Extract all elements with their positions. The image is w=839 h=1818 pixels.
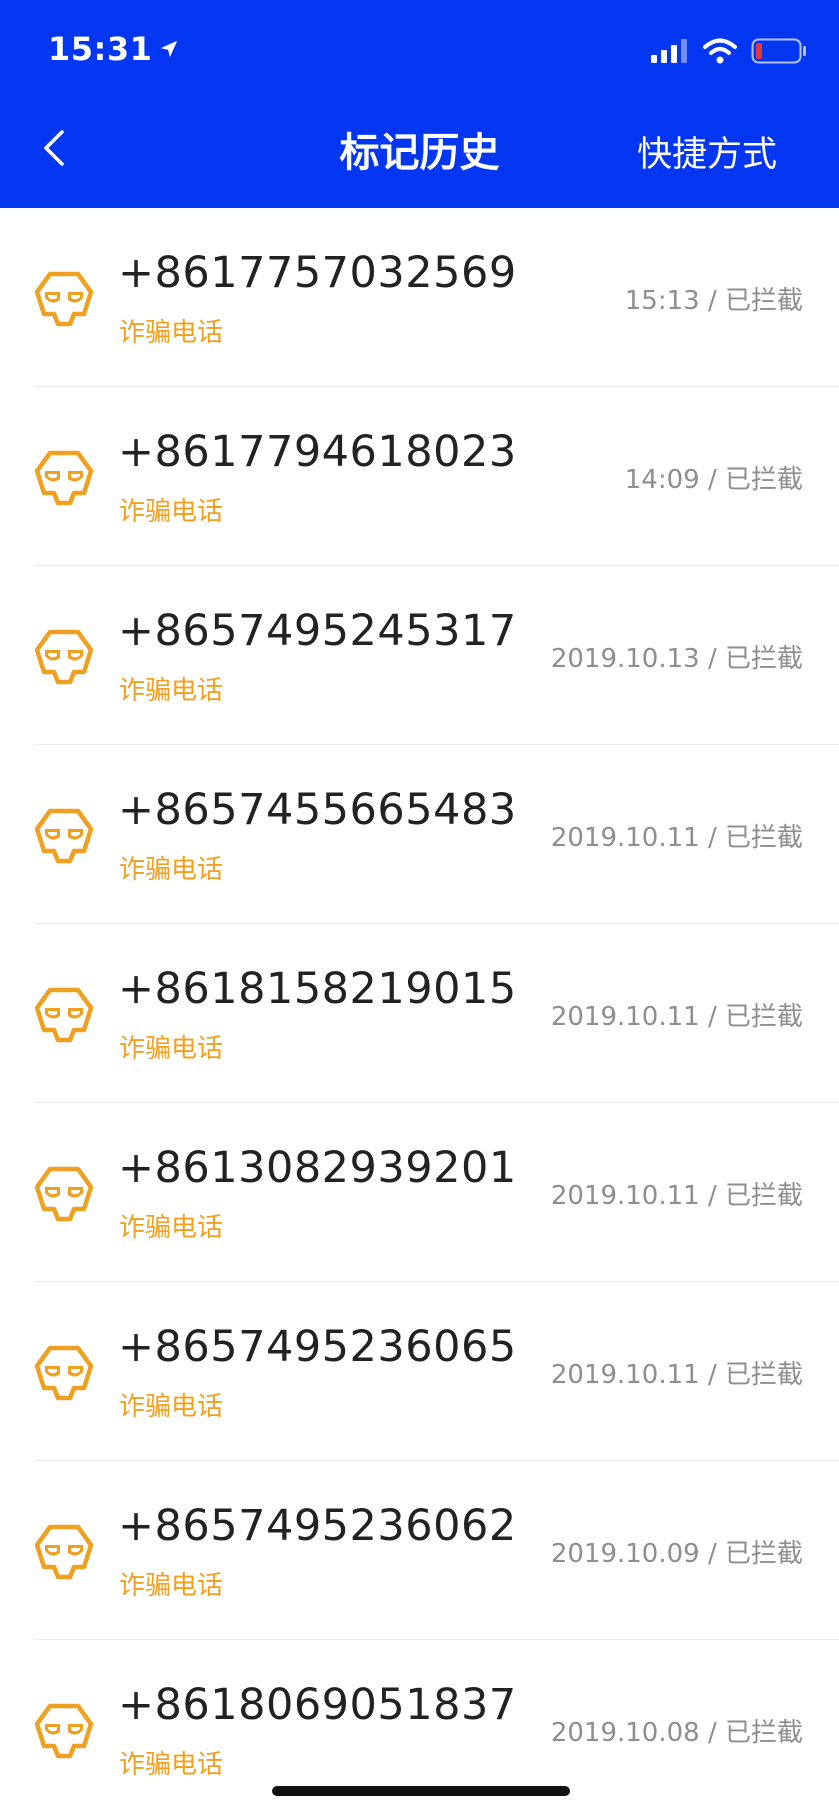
record-time: 15:13 — [624, 286, 700, 316]
fraud-mask-icon — [34, 808, 94, 864]
fraud-tag: 诈骗电话 — [119, 1571, 224, 1601]
record-row[interactable]: +8657495236062 诈骗电话 2019.10.09 / 已拦截 — [0, 1461, 839, 1640]
record-time: 2019.10.11 — [550, 1002, 700, 1032]
fraud-mask-icon — [34, 271, 94, 327]
home-indicator[interactable] — [272, 1786, 570, 1796]
meta-separator: / — [707, 644, 725, 674]
fraud-mask-icon — [34, 987, 94, 1043]
phone-number: +8617794618023 — [118, 427, 517, 477]
page-title: 标记历史 — [339, 130, 500, 176]
phone-number: +8613082939201 — [118, 1143, 517, 1193]
fraud-mask-icon — [34, 629, 94, 685]
meta-separator: / — [707, 1002, 725, 1032]
record-status: 已拦截 — [724, 1539, 803, 1569]
record-row[interactable]: +8617794618023 诈骗电话 14:09 / 已拦截 — [0, 387, 839, 566]
record-row[interactable]: +8617757032569 诈骗电话 15:13 / 已拦截 — [0, 208, 839, 387]
wifi-icon — [703, 38, 737, 64]
record-time: 2019.10.11 — [550, 823, 700, 853]
record-time: 2019.10.11 — [550, 1360, 700, 1390]
record-status: 已拦截 — [724, 1002, 803, 1032]
phone-number: +8657495236065 — [118, 1322, 517, 1372]
fraud-tag: 诈骗电话 — [119, 1392, 224, 1422]
record-time: 2019.10.13 — [550, 644, 700, 674]
shortcut-button[interactable]: 快捷方式 — [637, 126, 777, 177]
phone-number: +8618069051837 — [118, 1680, 517, 1730]
fraud-tag: 诈骗电话 — [119, 497, 224, 527]
fraud-tag: 诈骗电话 — [119, 1750, 224, 1780]
header: 15:31 标记历史 快捷方式 — [0, 0, 839, 208]
battery-low-icon — [751, 38, 806, 64]
status-time: 15:31 — [48, 30, 153, 68]
chevron-left-icon — [44, 130, 64, 166]
record-meta: 2019.10.11 / 已拦截 — [551, 1175, 803, 1212]
status-time-group: 15:31 — [48, 30, 180, 68]
record-meta: 2019.10.09 / 已拦截 — [551, 1533, 803, 1570]
phone-number: +8618158219015 — [118, 964, 517, 1014]
record-status: 已拦截 — [724, 1718, 803, 1748]
meta-separator: / — [707, 286, 725, 316]
record-time: 2019.10.11 — [550, 1181, 700, 1211]
record-time: 2019.10.09 — [550, 1539, 700, 1569]
fraud-tag: 诈骗电话 — [119, 855, 224, 885]
record-meta: 2019.10.11 / 已拦截 — [551, 817, 803, 854]
meta-separator: / — [707, 823, 725, 853]
meta-separator: / — [707, 1181, 725, 1211]
meta-separator: / — [707, 1718, 725, 1748]
fraud-tag: 诈骗电话 — [119, 1034, 224, 1064]
fraud-tag: 诈骗电话 — [119, 1213, 224, 1243]
record-meta: 14:09 / 已拦截 — [625, 459, 803, 496]
record-status: 已拦截 — [724, 1360, 803, 1390]
record-status: 已拦截 — [724, 823, 803, 853]
record-list: +8617757032569 诈骗电话 15:13 / 已拦截 +8617794… — [0, 208, 839, 1818]
fraud-mask-icon — [34, 1703, 94, 1759]
nav-bar: 标记历史 快捷方式 — [0, 104, 839, 208]
record-row[interactable]: +8657495236065 诈骗电话 2019.10.11 / 已拦截 — [0, 1282, 839, 1461]
meta-separator: / — [707, 1539, 725, 1569]
record-status: 已拦截 — [724, 644, 803, 674]
record-meta: 15:13 / 已拦截 — [625, 280, 803, 317]
phone-number: +8657495236062 — [118, 1501, 517, 1551]
meta-separator: / — [707, 465, 725, 495]
record-row[interactable]: +8618158219015 诈骗电话 2019.10.11 / 已拦截 — [0, 924, 839, 1103]
record-status: 已拦截 — [724, 465, 803, 495]
fraud-mask-icon — [34, 1345, 94, 1401]
record-row[interactable]: +8613082939201 诈骗电话 2019.10.11 / 已拦截 — [0, 1103, 839, 1282]
phone-number: +8617757032569 — [118, 248, 517, 298]
location-arrow-icon — [161, 40, 178, 58]
meta-separator: / — [707, 1360, 725, 1390]
record-meta: 2019.10.08 / 已拦截 — [551, 1712, 803, 1749]
phone-number: +8657455665483 — [118, 785, 517, 835]
fraud-mask-icon — [34, 450, 94, 506]
fraud-tag: 诈骗电话 — [119, 318, 224, 348]
record-meta: 2019.10.13 / 已拦截 — [551, 638, 803, 675]
signal-icon — [651, 39, 687, 63]
record-status: 已拦截 — [724, 286, 803, 316]
record-time: 2019.10.08 — [550, 1718, 700, 1748]
back-button[interactable] — [24, 118, 84, 178]
record-meta: 2019.10.11 / 已拦截 — [551, 996, 803, 1033]
status-bar: 15:31 — [0, 0, 839, 104]
record-time: 14:09 — [624, 465, 700, 495]
screen: 15:31 标记历史 快捷方式 +8617757032569 诈骗电话 15:1… — [0, 0, 839, 1818]
fraud-mask-icon — [34, 1524, 94, 1580]
record-row[interactable]: +8657455665483 诈骗电话 2019.10.11 / 已拦截 — [0, 745, 839, 924]
record-status: 已拦截 — [724, 1181, 803, 1211]
phone-number: +8657495245317 — [118, 606, 517, 656]
record-row[interactable]: +8657495245317 诈骗电话 2019.10.13 / 已拦截 — [0, 566, 839, 745]
status-icons — [651, 38, 807, 64]
fraud-tag: 诈骗电话 — [119, 676, 224, 706]
record-meta: 2019.10.11 / 已拦截 — [551, 1354, 803, 1391]
fraud-mask-icon — [34, 1166, 94, 1222]
